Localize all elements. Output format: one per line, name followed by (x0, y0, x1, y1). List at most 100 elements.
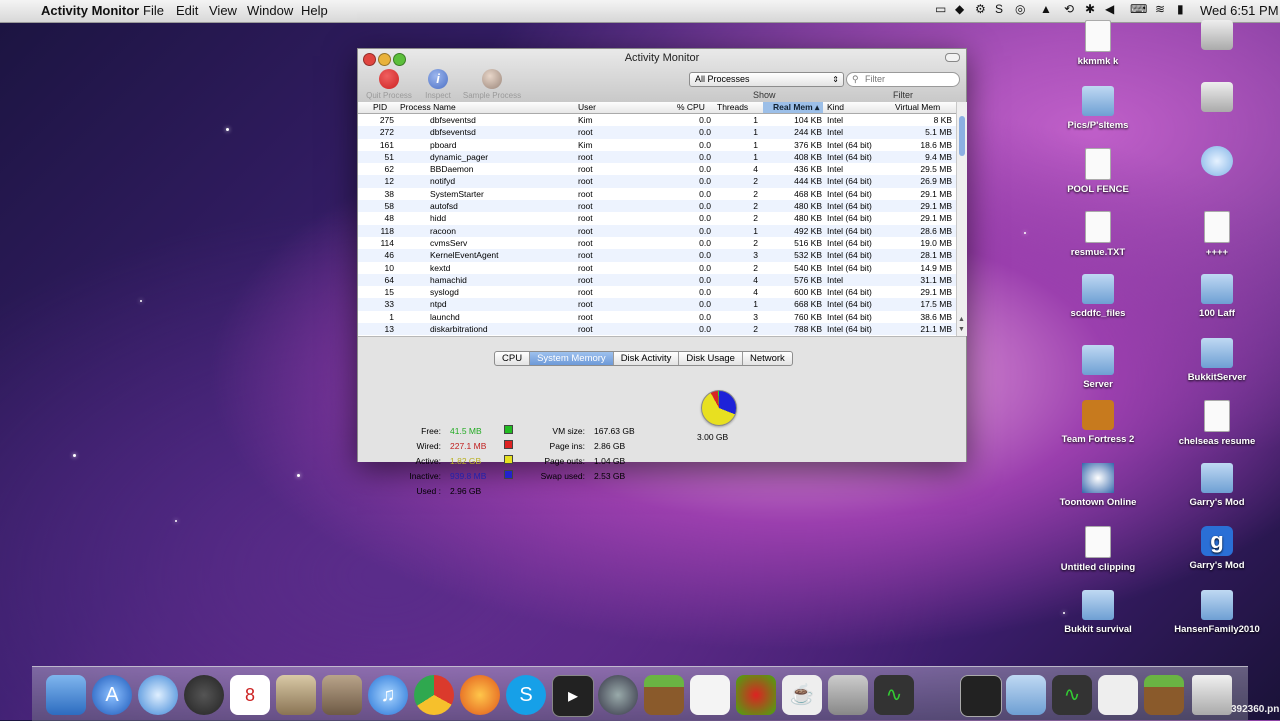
trash-icon[interactable] (1192, 675, 1232, 715)
tab-disk-activity[interactable]: Disk Activity (614, 352, 680, 365)
column-pid[interactable]: PID (373, 102, 387, 113)
table-row[interactable]: 58 autofsd root 0.0 2 480 KB Intel (64 bit) 29.… (358, 200, 956, 213)
airport-icon[interactable]: ▲ (1040, 2, 1052, 16)
desktop-icon-hansen-family[interactable]: HansenFamily2010 (1167, 590, 1267, 635)
time-machine-icon[interactable]: ⟲ (1064, 2, 1074, 16)
desktop-icon-server[interactable]: Server (1048, 345, 1148, 390)
clock[interactable]: Wed 6:51 PM (1200, 3, 1279, 18)
column-cpu[interactable]: % CPU (677, 102, 705, 113)
wifi-icon[interactable]: ≋ (1155, 2, 1165, 16)
skype-icon[interactable]: S (506, 675, 546, 715)
itunes-icon[interactable]: ♫ (368, 675, 408, 715)
finder-icon[interactable] (46, 675, 86, 715)
column-virtual-mem[interactable]: Virtual Mem (895, 102, 940, 113)
terminal-2-icon[interactable] (960, 675, 1002, 717)
column-process-name[interactable]: Process Name (400, 102, 456, 113)
menu-window[interactable]: Window (247, 3, 293, 18)
process-table[interactable]: 275 dbfseventsd Kim 0.0 1 104 KB Intel 8 KB 272 d… (358, 114, 956, 336)
tab-network[interactable]: Network (743, 352, 792, 365)
desktop-icon-100-laff[interactable]: 100 Laff (1167, 274, 1267, 319)
inactive-swatch[interactable] (504, 470, 513, 479)
table-row[interactable]: 51 dynamic_pager root 0.0 1 408 KB Intel (64 b… (358, 150, 956, 164)
menu-edit[interactable]: Edit (176, 3, 198, 18)
applications-folder-icon[interactable] (1006, 675, 1046, 715)
menu-view[interactable]: View (209, 3, 237, 18)
dashboard-icon[interactable] (184, 675, 224, 715)
sample-process-button[interactable]: Sample Process (458, 69, 526, 100)
desktop-icon-hard-drive[interactable] (1167, 20, 1267, 54)
process-filter-select[interactable]: All Processes ⇕ (689, 72, 844, 87)
minecraft-icon[interactable] (644, 675, 684, 715)
battery-icon[interactable]: ▮ (1177, 2, 1184, 16)
chrome-icon[interactable] (414, 675, 454, 715)
screen-icon[interactable]: ▭ (935, 2, 946, 16)
filter-search-field[interactable]: ⚲ (846, 72, 960, 87)
tab-cpu[interactable]: CPU (495, 352, 531, 365)
toolbar-toggle-button[interactable] (945, 53, 960, 62)
table-row[interactable]: 64 hamachid root 0.0 4 576 KB Intel 31.1 MB (358, 273, 956, 287)
desktop-icon-resmue[interactable]: resmue.TXT (1048, 211, 1148, 258)
menu-help[interactable]: Help (301, 3, 328, 18)
steam-icon[interactable] (598, 675, 638, 715)
desktop-icon-garrys-mod-folder[interactable]: Garry's Mod (1167, 463, 1267, 508)
table-row[interactable]: 38 SystemStarter root 0.0 2 468 KB Intel (64 b… (358, 188, 956, 200)
steam-icon[interactable]: ◎ (1015, 2, 1025, 16)
input-icon[interactable]: ⌨ (1130, 2, 1147, 16)
app-icon[interactable] (736, 675, 776, 715)
bluetooth-icon[interactable]: ✱ (1085, 2, 1095, 16)
desktop-icon-chelseas-resume[interactable]: chelseas resume (1167, 400, 1267, 447)
tab-system-memory[interactable]: System Memory (530, 352, 614, 365)
textedit-icon[interactable] (690, 675, 730, 715)
desktop-icon-bukkit-server[interactable]: BukkitServer (1167, 338, 1267, 383)
column-user[interactable]: User (578, 102, 596, 113)
table-row[interactable]: 1 launchd root 0.0 3 760 KB Intel (64 bit) 38.6… (358, 311, 956, 323)
column-real-mem[interactable]: Real Mem ▴ (763, 102, 823, 113)
vertical-scrollbar[interactable]: ▲ ▼ (956, 102, 967, 336)
wired-swatch[interactable] (504, 440, 513, 449)
menu-app-name[interactable]: Activity Monitor (41, 3, 139, 18)
table-row[interactable]: 10 kextd root 0.0 2 540 KB Intel (64 bit) 14.9 … (358, 262, 956, 274)
desktop-icon-network[interactable] (1167, 146, 1267, 180)
desktop-icon-time-machine[interactable] (1167, 82, 1267, 116)
activity-monitor-icon[interactable]: ∿ (874, 675, 914, 715)
table-row[interactable]: 118 racoon root 0.0 1 492 KB Intel (64 bit) 28.… (358, 224, 956, 237)
quit-process-button[interactable]: Quit Process (363, 69, 415, 100)
monitor-icon[interactable]: ∿ (1052, 675, 1092, 715)
dropbox-icon[interactable]: ◆ (955, 2, 964, 16)
free-swatch[interactable] (504, 425, 513, 434)
desktop-icon-untitled-clipping[interactable]: Untitled clipping (1048, 526, 1148, 573)
table-row[interactable]: 33 ntpd root 0.0 1 668 KB Intel (64 bit) 17.5 M… (358, 298, 956, 311)
firefox-icon[interactable] (460, 675, 500, 715)
column-threads[interactable]: Threads (717, 102, 748, 113)
safari-icon[interactable] (138, 675, 178, 715)
skype-icon[interactable]: S (995, 2, 1003, 16)
desktop-icon-garrys-mod-app[interactable]: g Garry's Mod (1167, 526, 1267, 571)
column-kind[interactable]: Kind (827, 102, 844, 113)
window-thumbnail-icon[interactable] (1098, 675, 1138, 715)
table-row[interactable]: 275 dbfseventsd Kim 0.0 1 104 KB Intel 8 KB (358, 114, 956, 126)
app-store-icon[interactable]: A (92, 675, 132, 715)
terminal-icon[interactable]: ▸ (552, 675, 594, 717)
preview-icon[interactable] (828, 675, 868, 715)
active-swatch[interactable] (504, 455, 513, 464)
table-row[interactable]: 62 BBDaemon root 0.0 4 436 KB Intel 29.5 MB (358, 163, 956, 175)
desktop-icon-bukkit-survival[interactable]: Bukkit survival (1048, 590, 1148, 635)
tab-disk-usage[interactable]: Disk Usage (679, 352, 743, 365)
title-bar[interactable]: Activity Monitor Quit Process i Inspect … (358, 49, 966, 104)
scroll-thumb[interactable] (959, 116, 965, 156)
desktop-icon-scddfc-files[interactable]: scddfc_files (1048, 274, 1148, 319)
ical-icon[interactable]: 8 (230, 675, 270, 715)
scroll-down-icon[interactable]: ▼ (958, 326, 965, 333)
table-row[interactable]: 13 diskarbitrationd root 0.0 2 788 KB Intel (6… (358, 323, 956, 336)
inspect-button[interactable]: i Inspect (418, 69, 458, 100)
iphoto-icon[interactable] (322, 675, 362, 715)
desktop-icon-toontown[interactable]: Toontown Online (1048, 463, 1148, 508)
filter-input[interactable] (865, 74, 950, 84)
table-row[interactable]: 46 KernelEventAgent root 0.0 3 532 KB Intel (6… (358, 249, 956, 262)
table-row[interactable]: 15 syslogd root 0.0 4 600 KB Intel (64 bit) 29.… (358, 286, 956, 298)
desktop-icon-pics-items[interactable]: Pics/P'sItems (1048, 86, 1148, 131)
desktop-icon-plus[interactable]: ++++ (1167, 211, 1267, 258)
table-row[interactable]: 114 cvmsServ root 0.0 2 516 KB Intel (64 bit) 1… (358, 237, 956, 249)
table-row[interactable]: 161 pboard Kim 0.0 1 376 KB Intel (64 bit) 18.6… (358, 139, 956, 151)
table-row[interactable]: 48 hidd root 0.0 2 480 KB Intel (64 bit) 29.1 M… (358, 212, 956, 224)
